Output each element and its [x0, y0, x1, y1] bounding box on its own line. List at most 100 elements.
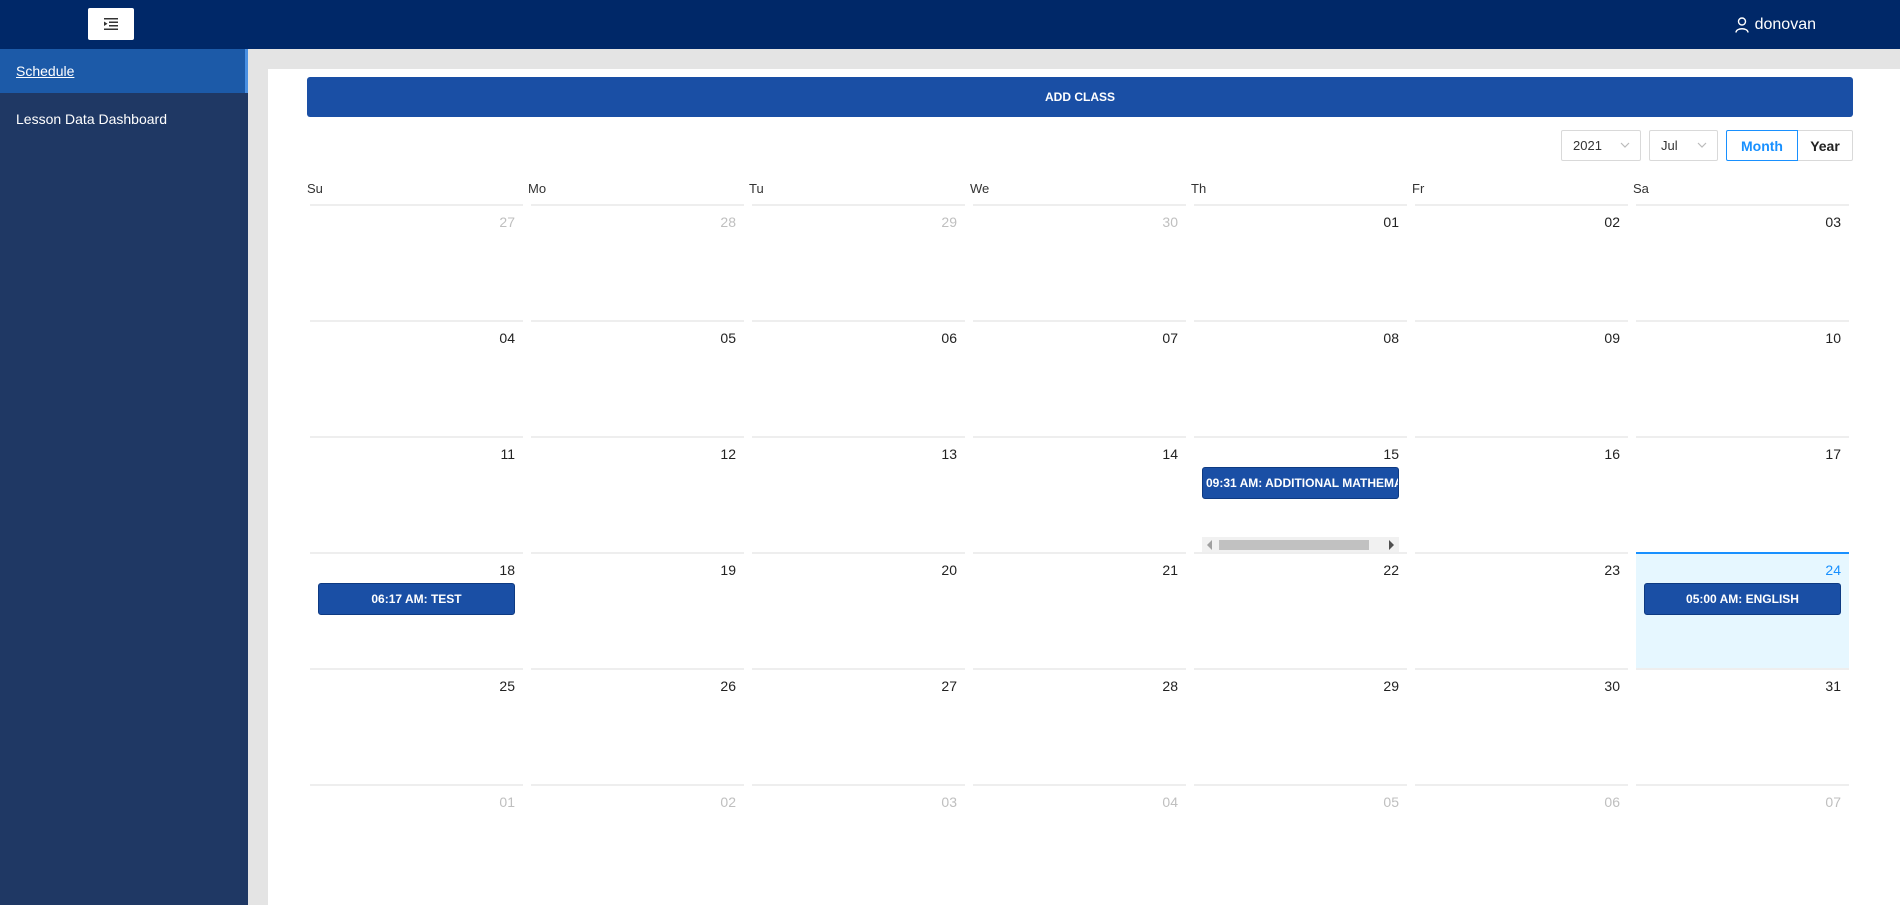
calendar-cell[interactable]: 07	[973, 320, 1186, 436]
calendar-cell[interactable]: 20	[752, 552, 965, 668]
calendar-cell[interactable]: 03	[1636, 204, 1849, 320]
day-number: 06	[1604, 794, 1620, 810]
day-number: 10	[1825, 330, 1841, 346]
calendar-cell[interactable]: 22	[1194, 552, 1407, 668]
mode-year-button[interactable]: Year	[1797, 130, 1853, 161]
day-number: 07	[1825, 794, 1841, 810]
day-number: 04	[499, 330, 515, 346]
calendar-cell[interactable]: 23	[1415, 552, 1628, 668]
day-number: 18	[499, 562, 515, 578]
calendar-cell[interactable]: 28	[531, 204, 744, 320]
day-number: 05	[1383, 794, 1399, 810]
calendar-cell[interactable]: 02	[1415, 204, 1628, 320]
calendar-cell[interactable]: 04	[973, 784, 1186, 900]
day-number: 08	[1383, 330, 1399, 346]
weekday-label: We	[970, 181, 990, 196]
calendar-cell[interactable]: 30	[973, 204, 1186, 320]
weekday-label: Fr	[1412, 181, 1425, 196]
calendar-cell-today[interactable]: 24 05:00 AM: ENGLISH	[1636, 552, 1849, 668]
day-number: 28	[720, 214, 736, 230]
calendar-cell[interactable]: 07	[1636, 784, 1849, 900]
day-number: 22	[1383, 562, 1399, 578]
day-number: 27	[941, 678, 957, 694]
scroll-left-icon[interactable]	[1207, 540, 1212, 550]
calendar-cell[interactable]: 16	[1415, 436, 1628, 552]
day-number: 23	[1604, 562, 1620, 578]
day-number: 13	[941, 446, 957, 462]
day-number: 30	[1604, 678, 1620, 694]
sidebar-item-lesson-data-dashboard[interactable]: Lesson Data Dashboard	[0, 97, 248, 141]
day-number: 15	[1383, 446, 1399, 462]
calendar-cell[interactable]: 21	[973, 552, 1186, 668]
calendar-cell[interactable]: 05	[1194, 784, 1407, 900]
calendar-cell[interactable]: 15 09:31 AM: ADDITIONAL MATHEMATICS	[1194, 436, 1407, 553]
calendar-cell[interactable]: 17	[1636, 436, 1849, 552]
schedule-panel: ADD CLASS 2021 Jul Month Year Su Mo Tu We Th…	[268, 69, 1900, 905]
weekday-label: Tu	[749, 181, 764, 196]
day-number: 21	[1162, 562, 1178, 578]
calendar-cell[interactable]: 14	[973, 436, 1186, 552]
horizontal-scrollbar[interactable]	[1202, 537, 1399, 553]
calendar-cell[interactable]: 06	[752, 320, 965, 436]
day-number: 05	[720, 330, 736, 346]
add-class-button[interactable]: ADD CLASS	[307, 77, 1853, 117]
user-menu[interactable]: donovan	[1734, 0, 1816, 49]
weekday-label: Su	[307, 181, 323, 196]
calendar-cell[interactable]: 26	[531, 668, 744, 784]
calendar-cell[interactable]: 28	[973, 668, 1186, 784]
calendar-cell[interactable]: 30	[1415, 668, 1628, 784]
class-event[interactable]: 06:17 AM: TEST	[318, 583, 515, 615]
calendar-cell[interactable]: 02	[531, 784, 744, 900]
year-select[interactable]: 2021	[1561, 130, 1641, 161]
day-number: 31	[1825, 678, 1841, 694]
calendar-cell[interactable]: 01	[310, 784, 523, 900]
calendar-cell[interactable]: 11	[310, 436, 523, 552]
calendar-cell[interactable]: 05	[531, 320, 744, 436]
calendar-cell[interactable]: 27	[752, 668, 965, 784]
calendar-cell[interactable]: 09	[1415, 320, 1628, 436]
weekday-label: Mo	[528, 181, 547, 196]
day-number: 06	[941, 330, 957, 346]
day-number: 02	[720, 794, 736, 810]
calendar-cell[interactable]: 25	[310, 668, 523, 784]
month-select[interactable]: Jul	[1649, 130, 1718, 161]
calendar-cell[interactable]: 13	[752, 436, 965, 552]
calendar-cell[interactable]: 10	[1636, 320, 1849, 436]
calendar-cell[interactable]: 08	[1194, 320, 1407, 436]
sidebar: Schedule Lesson Data Dashboard	[0, 49, 248, 905]
sidebar-item-label: Schedule	[16, 63, 75, 79]
sidebar-item-schedule[interactable]: Schedule	[0, 49, 248, 93]
weekday-label: Sa	[1633, 181, 1649, 196]
scroll-right-icon[interactable]	[1389, 540, 1394, 550]
year-select-value: 2021	[1573, 138, 1602, 153]
calendar-cell[interactable]: 31	[1636, 668, 1849, 784]
calendar-cell[interactable]: 12	[531, 436, 744, 552]
class-event[interactable]: 05:00 AM: ENGLISH	[1644, 583, 1841, 615]
day-number: 30	[1162, 214, 1178, 230]
menu-toggle-button[interactable]	[88, 8, 134, 40]
calendar-cell[interactable]: 29	[1194, 668, 1407, 784]
calendar-cell[interactable]: 27	[310, 204, 523, 320]
day-number: 14	[1162, 446, 1178, 462]
day-number: 03	[1825, 214, 1841, 230]
calendar-cell[interactable]: 19	[531, 552, 744, 668]
day-number: 27	[499, 214, 515, 230]
calendar-cell[interactable]: 03	[752, 784, 965, 900]
chevron-down-icon	[1697, 142, 1707, 148]
calendar-cell[interactable]: 06	[1415, 784, 1628, 900]
sidebar-item-label: Lesson Data Dashboard	[16, 111, 167, 127]
day-number: 26	[720, 678, 736, 694]
scroll-thumb[interactable]	[1219, 540, 1369, 550]
calendar-cell[interactable]: 04	[310, 320, 523, 436]
calendar-cell[interactable]: 18 06:17 AM: TEST	[310, 552, 523, 668]
mode-month-button[interactable]: Month	[1726, 130, 1798, 161]
day-number: 01	[499, 794, 515, 810]
day-number: 09	[1604, 330, 1620, 346]
day-number: 16	[1604, 446, 1620, 462]
calendar-cell[interactable]: 29	[752, 204, 965, 320]
day-number: 12	[720, 446, 736, 462]
day-number: 20	[941, 562, 957, 578]
class-event[interactable]: 09:31 AM: ADDITIONAL MATHEMATICS	[1202, 467, 1399, 499]
calendar-cell[interactable]: 01	[1194, 204, 1407, 320]
weekday-header: Su Mo Tu We Th Fr Sa	[307, 181, 1853, 201]
